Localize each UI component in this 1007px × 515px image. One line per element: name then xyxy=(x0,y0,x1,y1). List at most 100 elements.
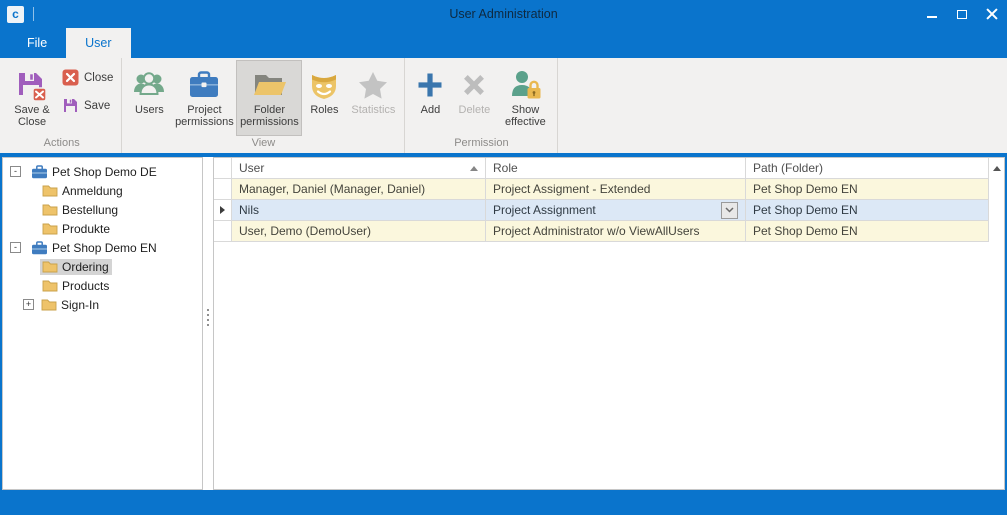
users-button[interactable]: Users xyxy=(126,60,172,136)
save-and-close-button[interactable]: Save & Close xyxy=(6,60,58,136)
splitter-grip-icon xyxy=(207,309,209,311)
collapse-expander-icon[interactable]: - xyxy=(10,242,21,253)
save-and-close-label: Save & Close xyxy=(7,104,57,128)
tree-item-label: Bestellung xyxy=(62,203,118,217)
close-action-button[interactable]: Close xyxy=(58,68,117,87)
ribbon-group-permission: Add Delete xyxy=(405,58,558,153)
show-effective-person-lock-icon xyxy=(508,66,542,104)
project-permissions-icon xyxy=(187,66,221,104)
group-label-permission: Permission xyxy=(409,136,553,153)
cell-role[interactable]: Project Assignment xyxy=(486,200,746,221)
statistics-star-icon xyxy=(357,66,389,104)
splitter-grip-icon xyxy=(207,319,209,321)
save-icon xyxy=(62,97,79,114)
column-header-role[interactable]: Role xyxy=(486,158,746,179)
ribbon-tab-row: File User xyxy=(0,28,1007,58)
tree-item-produkte[interactable]: Produkte xyxy=(3,219,202,238)
delete-label: Delete xyxy=(459,104,491,116)
cell-user[interactable]: User, Demo (DemoUser) xyxy=(232,221,486,242)
tree-item-label: Ordering xyxy=(62,260,109,274)
tree-item-label: Sign-In xyxy=(61,298,99,312)
folder-icon xyxy=(42,184,58,197)
title-bar: c User Administration xyxy=(0,0,1007,28)
save-button[interactable]: Save xyxy=(58,96,117,115)
current-row-arrow-icon xyxy=(220,206,225,214)
cell-role[interactable]: Project Assigment - Extended xyxy=(486,179,746,200)
project-permissions-label: Project permissions xyxy=(173,104,235,128)
tree-item-bestellung[interactable]: Bestellung xyxy=(3,200,202,219)
project-briefcase-icon xyxy=(31,241,48,255)
cell-path[interactable]: Pet Shop Demo EN xyxy=(746,179,989,200)
group-label-view: View xyxy=(126,136,400,153)
folder-permissions-label: Folder permissions xyxy=(237,104,301,128)
add-label: Add xyxy=(421,104,441,116)
tree-item-sign-in[interactable]: + Sign-In xyxy=(3,295,202,314)
expand-expander-icon[interactable]: + xyxy=(23,299,34,310)
tree-item-label: Pet Shop Demo EN xyxy=(52,241,157,255)
actions-small-buttons: Close Save xyxy=(58,60,117,136)
delete-button: Delete xyxy=(451,60,497,136)
folder-icon xyxy=(42,279,58,292)
tree-item-pet-shop-demo-en[interactable]: - Pet Shop Demo EN xyxy=(3,238,202,257)
close-action-icon xyxy=(62,69,79,86)
folder-tree: - Pet Shop Demo DE xyxy=(2,157,203,490)
collapse-expander-icon[interactable]: - xyxy=(10,166,21,177)
role-dropdown-button[interactable] xyxy=(721,202,738,219)
delete-x-icon xyxy=(459,66,489,104)
folder-icon xyxy=(41,298,57,311)
roles-button[interactable]: Roles xyxy=(302,60,346,136)
folder-permissions-icon xyxy=(251,66,287,104)
tab-file[interactable]: File xyxy=(8,28,66,58)
cell-path[interactable]: Pet Shop Demo EN xyxy=(746,200,989,221)
row-indicator xyxy=(214,221,232,242)
sort-ascending-icon xyxy=(470,166,478,171)
tree-item-products[interactable]: Products xyxy=(3,276,202,295)
scroll-up-icon xyxy=(993,166,1001,171)
grid-indicator-header xyxy=(214,158,232,179)
add-button[interactable]: Add xyxy=(409,60,451,136)
users-label: Users xyxy=(135,104,164,116)
folder-icon xyxy=(42,222,58,235)
tree-item-label: Products xyxy=(62,279,109,293)
tab-user[interactable]: User xyxy=(66,28,130,58)
statistics-button: Statistics xyxy=(346,60,400,136)
ribbon-group-view: Users Project permissions xyxy=(122,58,405,153)
cell-path[interactable]: Pet Shop Demo EN xyxy=(746,221,989,242)
close-icon xyxy=(986,8,998,20)
tree-item-pet-shop-demo-de[interactable]: - Pet Shop Demo DE xyxy=(3,162,202,181)
cell-user[interactable]: Nils xyxy=(232,200,486,221)
show-effective-button[interactable]: Show effective xyxy=(497,60,553,136)
app-window: c User Administration File User xyxy=(0,0,1007,515)
tree-item-label: Pet Shop Demo DE xyxy=(52,165,157,179)
tree-item-label: Anmeldung xyxy=(62,184,123,198)
grid-scrollbar[interactable] xyxy=(989,158,1004,179)
tree-grid-splitter[interactable] xyxy=(203,157,213,490)
group-label-actions: Actions xyxy=(6,136,117,153)
users-icon xyxy=(131,66,167,104)
cell-role[interactable]: Project Administrator w/o ViewAllUsers xyxy=(486,221,746,242)
row-indicator xyxy=(214,179,232,200)
tree-item-label: Produkte xyxy=(62,222,110,236)
chevron-down-icon xyxy=(725,207,734,213)
splitter-grip-icon xyxy=(207,314,209,316)
save-label: Save xyxy=(84,100,110,112)
tree-item-anmeldung[interactable]: Anmeldung xyxy=(3,181,202,200)
roles-label: Roles xyxy=(310,104,338,116)
cell-user[interactable]: Manager, Daniel (Manager, Daniel) xyxy=(232,179,486,200)
tree-item-ordering[interactable]: Ordering xyxy=(3,257,202,276)
folder-permissions-button[interactable]: Folder permissions xyxy=(236,60,302,136)
statistics-label: Statistics xyxy=(351,104,395,116)
status-bar xyxy=(0,492,1007,515)
roles-mask-icon xyxy=(308,66,340,104)
column-header-path[interactable]: Path (Folder) xyxy=(746,158,989,179)
add-plus-icon xyxy=(415,66,445,104)
project-permissions-button[interactable]: Project permissions xyxy=(172,60,236,136)
window-title: User Administration xyxy=(0,7,1007,21)
ribbon: Save & Close Close xyxy=(0,58,1007,153)
splitter-grip-icon xyxy=(207,324,209,326)
column-header-user[interactable]: User xyxy=(232,158,486,179)
project-briefcase-icon xyxy=(31,165,48,179)
content-area: - Pet Shop Demo DE xyxy=(0,157,1007,490)
close-action-label: Close xyxy=(84,72,113,84)
permissions-grid: User Role Path (Folder) Manager, Daniel xyxy=(213,157,1005,490)
